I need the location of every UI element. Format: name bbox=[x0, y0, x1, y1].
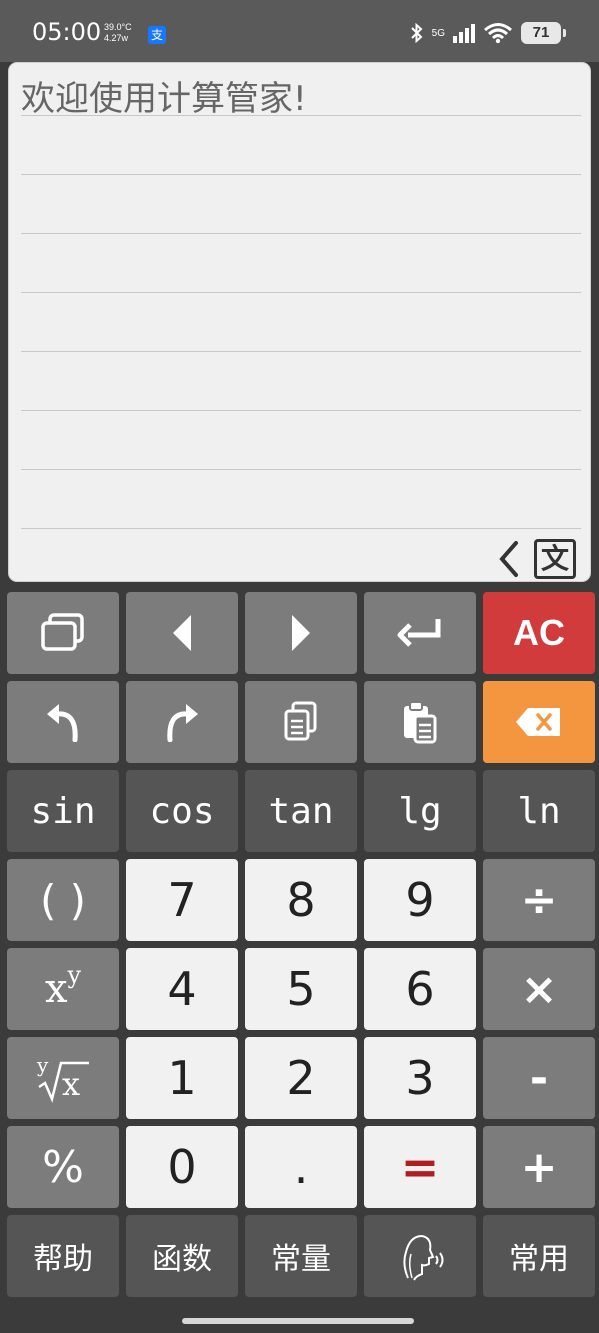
digit-1-button[interactable]: 1 bbox=[126, 1037, 238, 1119]
digit-2-button[interactable]: 2 bbox=[245, 1037, 357, 1119]
display-rule-line bbox=[21, 233, 581, 234]
display-rule-line bbox=[21, 115, 581, 116]
bluetooth-icon bbox=[410, 23, 423, 43]
copy-button[interactable] bbox=[245, 681, 357, 763]
window-stack-icon bbox=[41, 613, 84, 651]
sin-button[interactable]: sin bbox=[7, 770, 119, 852]
constant-button[interactable]: 常量 bbox=[245, 1215, 357, 1297]
signal-icon bbox=[453, 24, 475, 43]
help-button[interactable]: 帮助 bbox=[7, 1215, 119, 1297]
display-toolbar: 文 bbox=[496, 539, 576, 579]
power-exponent: y bbox=[67, 961, 82, 989]
paste-button[interactable] bbox=[364, 681, 476, 763]
digit-4-button[interactable]: 4 bbox=[126, 948, 238, 1030]
power-draw: 4.27w bbox=[104, 33, 129, 43]
network-type: 5G bbox=[431, 27, 445, 39]
digit-0-button[interactable]: 0 bbox=[126, 1126, 238, 1208]
equals-button[interactable]: = bbox=[364, 1126, 476, 1208]
cursor-left-button[interactable] bbox=[126, 592, 238, 674]
temperature: 39.0°C bbox=[104, 22, 132, 32]
alipay-icon: 支 bbox=[148, 26, 166, 44]
backspace-button[interactable] bbox=[483, 681, 595, 763]
common-button[interactable]: 常用 bbox=[483, 1215, 595, 1297]
status-bar: 05:00 39.0°C 4.27w 支 5G 71 bbox=[0, 0, 599, 62]
enter-icon bbox=[397, 619, 441, 647]
multi-window-button[interactable] bbox=[7, 592, 119, 674]
ln-button[interactable]: ln bbox=[483, 770, 595, 852]
percent-button[interactable]: % bbox=[7, 1126, 119, 1208]
lg-button[interactable]: lg bbox=[364, 770, 476, 852]
voice-button[interactable] bbox=[364, 1215, 476, 1297]
backspace-icon bbox=[516, 708, 560, 736]
battery-indicator: 71 bbox=[521, 22, 566, 44]
wifi-icon bbox=[484, 23, 512, 44]
minus-button[interactable]: - bbox=[483, 1037, 595, 1119]
status-icons: 5G 71 bbox=[410, 22, 566, 44]
clock: 05:00 bbox=[32, 18, 102, 46]
plus-button[interactable]: + bbox=[483, 1126, 595, 1208]
power-base: x bbox=[44, 966, 68, 1012]
language-icon[interactable]: 文 bbox=[534, 539, 576, 579]
display-rule-line bbox=[21, 410, 581, 411]
decimal-point-button[interactable]: . bbox=[245, 1126, 357, 1208]
root-button[interactable]: y x bbox=[7, 1037, 119, 1119]
redo-icon bbox=[167, 704, 198, 742]
power-button[interactable]: xy bbox=[7, 948, 119, 1030]
all-clear-button[interactable]: AC bbox=[483, 592, 595, 674]
undo-icon bbox=[47, 704, 78, 742]
redo-button[interactable] bbox=[126, 681, 238, 763]
cos-button[interactable]: cos bbox=[126, 770, 238, 852]
welcome-message: 欢迎使用计算管家! bbox=[21, 79, 307, 119]
digit-5-button[interactable]: 5 bbox=[245, 948, 357, 1030]
undo-button[interactable] bbox=[7, 681, 119, 763]
calculator-display[interactable]: 欢迎使用计算管家! 文 bbox=[8, 62, 591, 582]
digit-9-button[interactable]: 9 bbox=[364, 859, 476, 941]
display-rule-line bbox=[21, 174, 581, 175]
digit-3-button[interactable]: 3 bbox=[364, 1037, 476, 1119]
enter-button[interactable] bbox=[364, 592, 476, 674]
triangle-right-icon bbox=[292, 615, 310, 651]
display-rule-line bbox=[21, 528, 581, 529]
tan-button[interactable]: tan bbox=[245, 770, 357, 852]
digit-6-button[interactable]: 6 bbox=[364, 948, 476, 1030]
cursor-right-button[interactable] bbox=[245, 592, 357, 674]
digit-7-button[interactable]: 7 bbox=[126, 859, 238, 941]
copy-icon bbox=[284, 701, 317, 741]
root-symbol: y x bbox=[35, 1053, 91, 1103]
function-button[interactable]: 函数 bbox=[126, 1215, 238, 1297]
voice-speaking-icon bbox=[403, 1234, 444, 1281]
divide-button[interactable]: ÷ bbox=[483, 859, 595, 941]
multiply-button[interactable]: × bbox=[483, 948, 595, 1030]
chevron-left-icon[interactable] bbox=[496, 539, 522, 579]
display-rule-line bbox=[21, 292, 581, 293]
display-rule-line bbox=[21, 351, 581, 352]
paste-icon bbox=[404, 701, 437, 744]
keypad: AC sin cos tan lg ln () 7 8 9 ÷ x y 4 5… bbox=[7, 592, 595, 1304]
digit-8-button[interactable]: 8 bbox=[245, 859, 357, 941]
device-stats: 39.0°C 4.27w bbox=[104, 22, 132, 44]
parentheses-button[interactable]: ( ) bbox=[7, 859, 119, 941]
display-rule-line bbox=[21, 469, 581, 470]
triangle-left-icon bbox=[173, 615, 191, 651]
home-indicator[interactable] bbox=[182, 1318, 414, 1324]
root-radicand: x bbox=[62, 1065, 81, 1103]
